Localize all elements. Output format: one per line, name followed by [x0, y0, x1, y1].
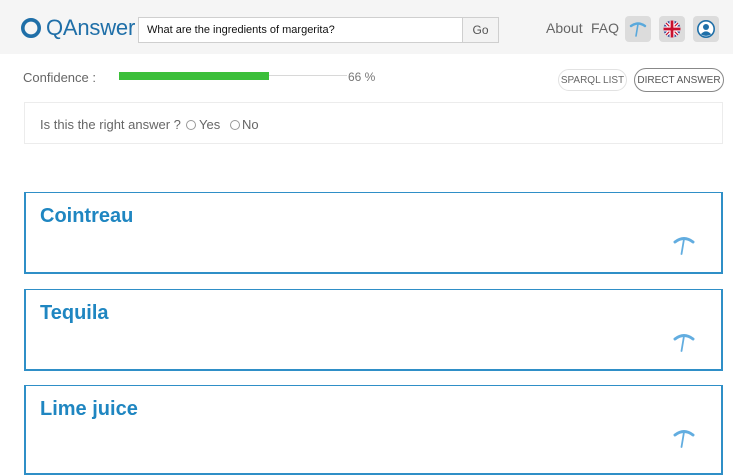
uk-flag-icon	[663, 20, 681, 38]
pickaxe-button[interactable]	[625, 16, 651, 42]
answer-title[interactable]: Cointreau	[40, 205, 133, 228]
confidence-bar	[119, 72, 269, 80]
qanswer-logo-icon	[21, 18, 41, 38]
feedback-panel: Is this the right answer ? Yes No	[24, 102, 723, 144]
answer-title[interactable]: Lime juice	[40, 398, 138, 421]
language-button[interactable]	[659, 16, 685, 42]
yes-radio[interactable]	[186, 120, 196, 130]
header-bar: QAnswer Go About FAQ	[0, 0, 733, 54]
logo[interactable]: QAnswer	[20, 15, 135, 41]
confidence-label: Confidence :	[23, 70, 96, 85]
sparql-list-button[interactable]: SPARQL LIST	[558, 69, 627, 91]
answer-card: Tequila	[24, 289, 723, 371]
brand-name: QAnswer	[46, 15, 136, 40]
direct-answer-button[interactable]: DIRECT ANSWER	[634, 68, 724, 92]
no-radio[interactable]	[230, 120, 240, 130]
yes-label[interactable]: Yes	[199, 117, 220, 132]
answer-card: Lime juice	[24, 385, 723, 475]
go-button[interactable]: Go	[462, 17, 499, 43]
user-button[interactable]	[693, 16, 719, 42]
search-input[interactable]	[138, 17, 462, 43]
pickaxe-icon[interactable]	[673, 234, 695, 256]
no-label[interactable]: No	[242, 117, 259, 132]
answer-title[interactable]: Tequila	[40, 302, 109, 325]
pickaxe-icon	[629, 22, 647, 37]
nav-faq-link[interactable]: FAQ	[591, 20, 619, 36]
pickaxe-icon[interactable]	[673, 331, 695, 353]
answer-card: Cointreau	[24, 192, 723, 274]
confidence-value: 66 %	[348, 70, 376, 84]
feedback-question: Is this the right answer ?	[40, 117, 181, 132]
pickaxe-icon[interactable]	[673, 427, 695, 449]
nav-about-link[interactable]: About	[546, 20, 583, 36]
user-icon	[697, 20, 715, 38]
